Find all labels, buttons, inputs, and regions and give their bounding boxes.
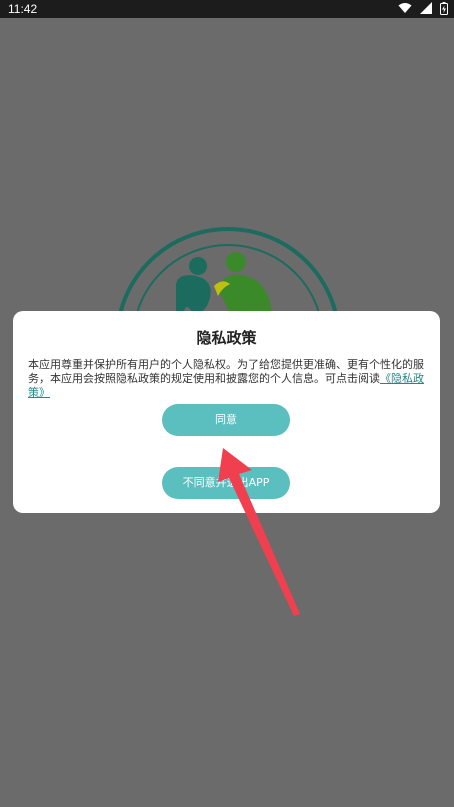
agree-button[interactable]: 同意 xyxy=(162,404,290,436)
status-icons xyxy=(395,2,448,16)
disagree-exit-button[interactable]: 不同意并退出APP xyxy=(162,467,290,499)
signal-icon xyxy=(419,2,432,14)
status-time: 11:42 xyxy=(8,2,38,16)
dialog-body-text: 本应用尊重并保护所有用户的个人隐私权。为了给您提供更准确、更有个性化的服务，本应… xyxy=(28,358,424,385)
privacy-policy-dialog: 隐私政策 本应用尊重并保护所有用户的个人隐私权。为了给您提供更准确、更有个性化的… xyxy=(13,311,440,513)
dialog-body: 本应用尊重并保护所有用户的个人隐私权。为了给您提供更准确、更有个性化的服务，本应… xyxy=(28,358,426,400)
dialog-title: 隐私政策 xyxy=(196,329,257,347)
status-bar: 11:42 xyxy=(0,0,454,18)
wifi-icon xyxy=(398,3,412,13)
battery-icon xyxy=(440,2,448,15)
